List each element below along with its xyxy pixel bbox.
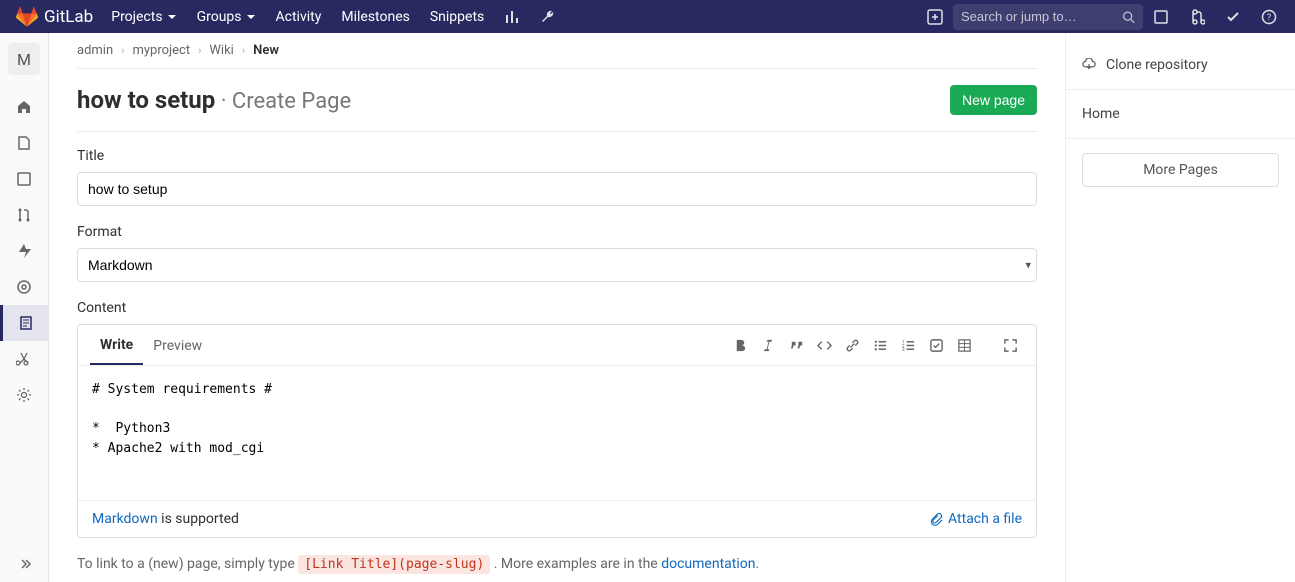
nav-items: Projects Groups Activity Milestones Snip… bbox=[101, 0, 566, 33]
sidebar-ci[interactable] bbox=[0, 233, 49, 269]
page-subtitle: · Create Page bbox=[215, 89, 351, 114]
more-pages-button[interactable]: More Pages bbox=[1082, 153, 1279, 187]
chevron-right-icon: › bbox=[121, 44, 124, 57]
left-sidebar: M bbox=[0, 33, 49, 582]
sidebar-wiki[interactable] bbox=[0, 305, 49, 341]
code-button[interactable] bbox=[810, 325, 838, 365]
sidebar-collapse[interactable] bbox=[0, 546, 49, 582]
attach-icon bbox=[929, 512, 943, 526]
help-code: [Link Title](page-slug) bbox=[298, 555, 490, 574]
clone-label: Clone repository bbox=[1106, 57, 1208, 73]
wrench-icon[interactable] bbox=[530, 0, 566, 33]
bc-project[interactable]: myproject bbox=[132, 43, 190, 58]
help-text: To link to a (new) page, simply type [Li… bbox=[77, 556, 1037, 572]
table-button[interactable] bbox=[950, 325, 978, 365]
project-avatar[interactable]: M bbox=[8, 43, 40, 75]
quote-button[interactable] bbox=[782, 325, 810, 365]
svg-text:3: 3 bbox=[901, 347, 904, 353]
home-label: Home bbox=[1082, 106, 1120, 122]
chevron-right-icon: › bbox=[198, 44, 201, 57]
sidebar-home[interactable] bbox=[0, 89, 49, 125]
new-page-button[interactable]: New page bbox=[950, 85, 1037, 115]
issues-icon[interactable] bbox=[1143, 0, 1179, 33]
help-middle: . More examples are in the bbox=[490, 556, 661, 572]
attach-file-button[interactable]: Attach a file bbox=[929, 511, 1022, 527]
page-title: how to setup bbox=[77, 86, 215, 114]
nav-groups[interactable]: Groups bbox=[187, 0, 266, 33]
nav-label: Activity bbox=[276, 9, 322, 25]
nav-label: Projects bbox=[111, 9, 162, 25]
page-heading: how to setup · Create Page bbox=[77, 86, 351, 114]
search-input[interactable] bbox=[961, 9, 1122, 24]
merge-requests-icon[interactable] bbox=[1179, 0, 1215, 33]
cloud-download-icon bbox=[1082, 58, 1096, 72]
markdown-support: Markdown is supported bbox=[92, 511, 239, 527]
markdown-link[interactable]: Markdown bbox=[92, 511, 158, 527]
wiki-home-link[interactable]: Home bbox=[1066, 96, 1295, 132]
top-navbar: GitLab Projects Groups Activity Mileston… bbox=[0, 0, 1295, 33]
editor: Write Preview 123 bbox=[77, 324, 1037, 538]
chevron-right-icon: › bbox=[242, 44, 245, 57]
chevron-down-icon bbox=[167, 12, 177, 22]
right-sidebar: Clone repository Home More Pages bbox=[1065, 33, 1295, 582]
sidebar-issues[interactable] bbox=[0, 161, 49, 197]
documentation-link[interactable]: documentation bbox=[661, 556, 755, 572]
bc-current: New bbox=[253, 43, 279, 58]
help-prefix: To link to a (new) page, simply type bbox=[77, 556, 298, 572]
nav-snippets[interactable]: Snippets bbox=[420, 0, 494, 33]
plus-icon[interactable] bbox=[917, 0, 953, 33]
nav-activity[interactable]: Activity bbox=[266, 0, 332, 33]
tab-preview[interactable]: Preview bbox=[143, 326, 212, 364]
link-button[interactable] bbox=[838, 325, 866, 365]
italic-button[interactable] bbox=[754, 325, 782, 365]
sidebar-ops[interactable] bbox=[0, 269, 49, 305]
todos-icon[interactable] bbox=[1215, 0, 1251, 33]
bold-button[interactable] bbox=[726, 325, 754, 365]
number-list-button[interactable]: 123 bbox=[894, 325, 922, 365]
sidebar-repo[interactable] bbox=[0, 125, 49, 161]
format-label: Format bbox=[77, 224, 1037, 240]
task-list-button[interactable] bbox=[922, 325, 950, 365]
help-icon[interactable]: ? bbox=[1251, 0, 1287, 33]
title-input[interactable] bbox=[77, 172, 1037, 206]
sidebar-merge[interactable] bbox=[0, 197, 49, 233]
search-icon bbox=[1122, 10, 1135, 24]
nav-label: Milestones bbox=[341, 9, 410, 25]
clone-repo-link[interactable]: Clone repository bbox=[1066, 47, 1295, 83]
content-label: Content bbox=[77, 300, 1037, 316]
bc-wiki[interactable]: Wiki bbox=[209, 43, 233, 58]
fullscreen-button[interactable] bbox=[996, 325, 1024, 365]
nav-projects[interactable]: Projects bbox=[101, 0, 186, 33]
chevron-down-icon bbox=[246, 12, 256, 22]
nav-label: Groups bbox=[197, 9, 242, 25]
main-content: admin › myproject › Wiki › New how to se… bbox=[49, 33, 1065, 582]
content-textarea[interactable] bbox=[78, 366, 1036, 496]
attach-label: Attach a file bbox=[948, 511, 1022, 527]
title-label: Title bbox=[77, 148, 1037, 164]
help-suffix: . bbox=[755, 556, 759, 572]
search-box[interactable] bbox=[953, 4, 1143, 30]
brand-text: GitLab bbox=[44, 7, 93, 27]
nav-milestones[interactable]: Milestones bbox=[331, 0, 420, 33]
gitlab-icon bbox=[16, 6, 38, 28]
svg-text:?: ? bbox=[1267, 13, 1271, 23]
stats-icon[interactable] bbox=[494, 0, 530, 33]
breadcrumb: admin › myproject › Wiki › New bbox=[77, 43, 1037, 58]
tab-write[interactable]: Write bbox=[90, 325, 143, 365]
bc-admin[interactable]: admin bbox=[77, 43, 113, 58]
bullet-list-button[interactable] bbox=[866, 325, 894, 365]
sidebar-settings[interactable] bbox=[0, 377, 49, 413]
format-select[interactable]: Markdown bbox=[77, 248, 1037, 282]
sidebar-snippets[interactable] bbox=[0, 341, 49, 377]
nav-label: Snippets bbox=[430, 9, 484, 25]
supported-text: is supported bbox=[158, 511, 239, 527]
gitlab-logo[interactable]: GitLab bbox=[8, 6, 101, 28]
